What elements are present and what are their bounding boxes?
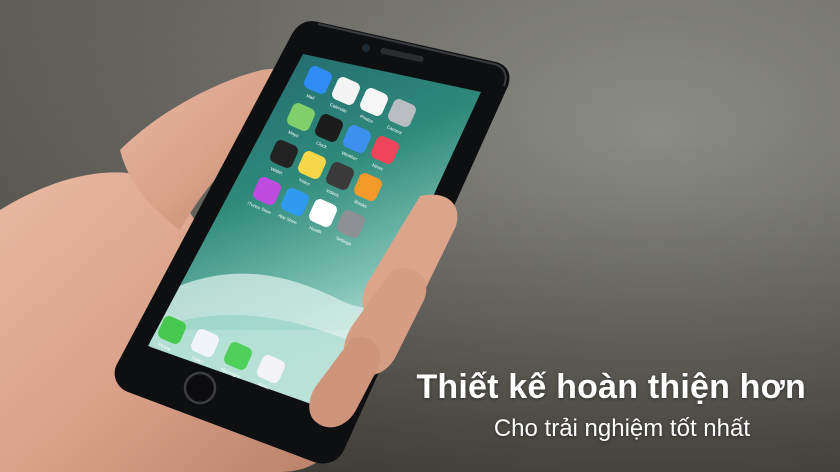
photo-scene: Mail Calendar Photos Camera Maps Clock Weather… [0,0,840,472]
promo-caption: Thiết kế hoàn thiện hơn Cho trải nghiệm … [326,368,806,443]
promo-headline: Thiết kế hoàn thiện hơn [416,368,806,406]
promo-subline: Cho trải nghiệm tốt nhất [493,415,750,442]
front-camera [362,44,370,52]
home-button[interactable] [183,371,217,405]
